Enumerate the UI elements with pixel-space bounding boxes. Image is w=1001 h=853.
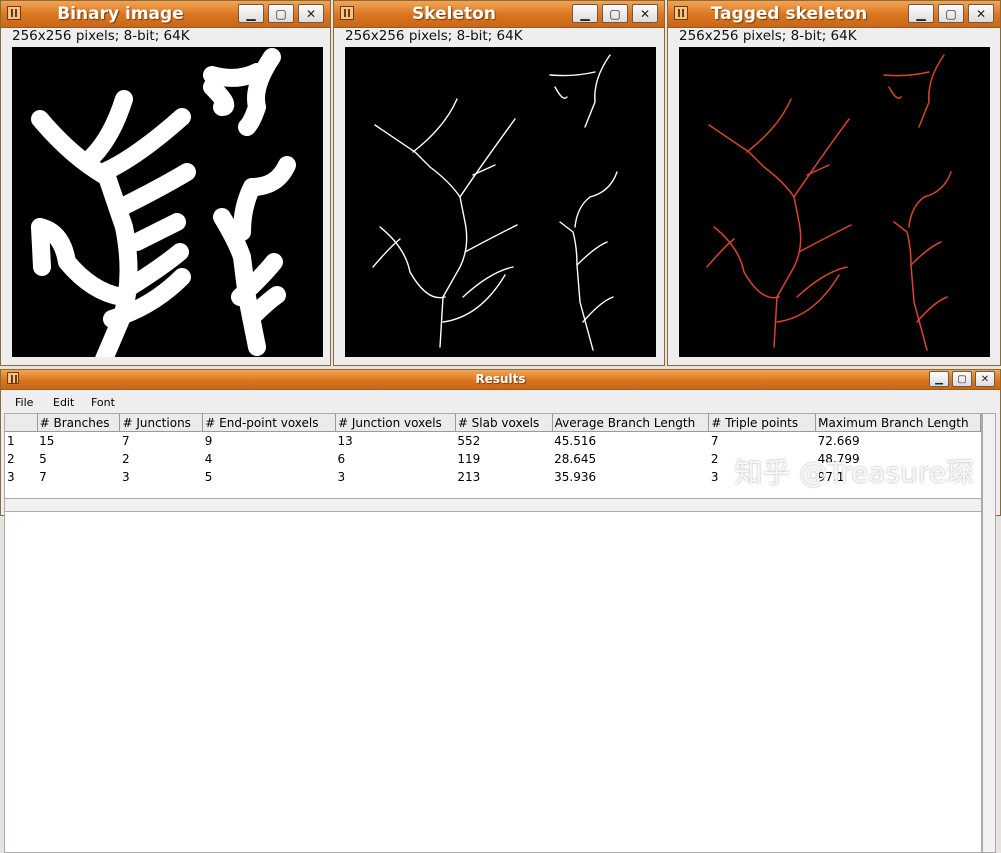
skeleton-canvas[interactable]	[345, 47, 656, 357]
column-header-slab-voxels[interactable]: # Slab voxels	[455, 414, 553, 432]
maximize-button[interactable]: ▢	[268, 4, 294, 23]
cell-branches: 15	[39, 434, 55, 448]
cell-branches: 5	[39, 452, 47, 466]
row-index: 2	[7, 452, 15, 466]
horizontal-scrollbar[interactable]	[4, 498, 982, 512]
cell-slab-voxels: 213	[457, 470, 481, 484]
row-index: 1	[7, 434, 15, 448]
table-header-row: # Branches # Junctions # End-point voxel…	[5, 414, 981, 432]
cell-maximum-branch-length: 72.669	[817, 434, 860, 448]
cell-end-point-voxels: 5	[204, 470, 213, 484]
row-index: 3	[7, 470, 15, 484]
binary-image-titlebar[interactable]: Binary image ▁ ▢ ✕	[1, 1, 330, 28]
cell-junction-voxels: 3	[337, 470, 346, 484]
menu-font[interactable]: Font	[91, 396, 115, 409]
column-header-junction-voxels[interactable]: # Junction voxels	[335, 414, 456, 432]
cell-junction-voxels: 13	[337, 434, 353, 448]
column-header-triple-points[interactable]: # Triple points	[708, 414, 817, 432]
results-window: Results ▁ ▢ ✕ File Edit Font # Branches …	[0, 369, 1001, 853]
image-info: 256x256 pixels; 8-bit; 64K	[679, 28, 857, 44]
vertical-scrollbar[interactable]	[982, 413, 996, 853]
close-button[interactable]: ✕	[968, 4, 994, 23]
table-row[interactable]: 1 15 7 9 13 552 45.516 7 72.669	[5, 432, 981, 451]
image-info: 256x256 pixels; 8-bit; 64K	[345, 28, 523, 44]
results-titlebar[interactable]: Results ▁ ▢ ✕	[1, 370, 1000, 390]
tagged-skeleton-graphic	[706, 54, 952, 351]
menu-edit[interactable]: Edit	[53, 396, 74, 409]
cell-average-branch-length: 35.936	[554, 470, 597, 484]
column-header-index[interactable]	[5, 414, 38, 432]
tagged-skeleton-canvas[interactable]	[679, 47, 990, 357]
cell-average-branch-length: 28.645	[554, 452, 597, 466]
minimize-button[interactable]: ▁	[572, 4, 598, 23]
watermark-text: 知乎 @Treasure琛	[734, 456, 974, 489]
window-title: Skeleton	[412, 4, 496, 24]
cell-end-point-voxels: 9	[204, 434, 213, 448]
skeleton-graphic	[372, 54, 618, 351]
cell-junctions: 3	[121, 470, 130, 484]
column-header-branches[interactable]: # Branches	[37, 414, 121, 432]
cell-average-branch-length: 45.516	[554, 434, 597, 448]
cell-junction-voxels: 6	[337, 452, 346, 466]
binary-image-graphic	[31, 48, 296, 357]
results-menubar: File Edit Font	[1, 394, 1000, 412]
column-header-junctions[interactable]: # Junctions	[119, 414, 204, 432]
window-title: Tagged skeleton	[710, 4, 868, 24]
minimize-button[interactable]: ▁	[238, 4, 264, 23]
cell-branches: 7	[39, 470, 47, 484]
close-button[interactable]: ✕	[975, 371, 995, 387]
close-button[interactable]: ✕	[632, 4, 658, 23]
cell-junctions: 7	[121, 434, 130, 448]
cell-slab-voxels: 119	[457, 452, 481, 466]
binary-image-canvas[interactable]	[12, 47, 323, 357]
maximize-button[interactable]: ▢	[938, 4, 964, 23]
skeleton-window: Skeleton ▁ ▢ ✕ 256x256 pixels; 8-bit; 64…	[333, 0, 665, 366]
tagged-skeleton-titlebar[interactable]: Tagged skeleton ▁ ▢ ✕	[668, 1, 1000, 28]
binary-image-window: Binary image ▁ ▢ ✕ 256x256 pixels; 8-bit…	[0, 0, 331, 366]
image-info: 256x256 pixels; 8-bit; 64K	[12, 28, 190, 44]
skeleton-titlebar[interactable]: Skeleton ▁ ▢ ✕	[334, 1, 664, 28]
menu-file[interactable]: File	[15, 396, 33, 409]
window-title: Results	[475, 372, 526, 386]
maximize-button[interactable]: ▢	[952, 371, 972, 387]
column-header-end-point-voxels[interactable]: # End-point voxels	[202, 414, 337, 432]
column-header-average-branch-length[interactable]: Average Branch Length	[552, 414, 710, 432]
tagged-skeleton-window: Tagged skeleton ▁ ▢ ✕ 256x256 pixels; 8-…	[667, 0, 1001, 366]
window-title: Binary image	[57, 4, 184, 24]
maximize-button[interactable]: ▢	[602, 4, 628, 23]
cell-end-point-voxels: 4	[204, 452, 213, 466]
minimize-button[interactable]: ▁	[908, 4, 934, 23]
close-button[interactable]: ✕	[298, 4, 324, 23]
cell-junctions: 2	[121, 452, 130, 466]
cell-triple-points: 7	[710, 434, 719, 448]
column-header-maximum-branch-length[interactable]: Maximum Branch Length	[815, 414, 981, 432]
minimize-button[interactable]: ▁	[929, 371, 949, 387]
cell-slab-voxels: 552	[457, 434, 481, 448]
